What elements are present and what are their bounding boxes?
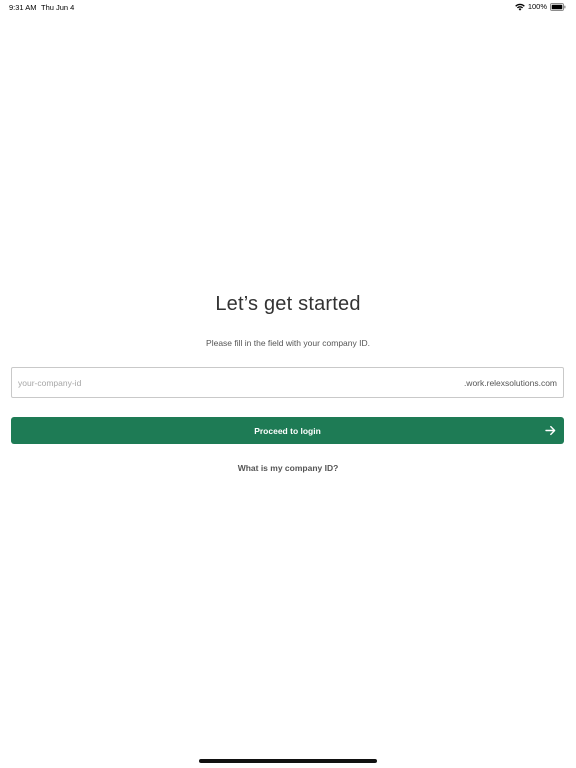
proceed-to-login-button[interactable]: Proceed to login — [11, 417, 564, 444]
domain-suffix: .work.relexsolutions.com — [463, 377, 557, 388]
battery-icon — [550, 2, 566, 11]
battery-percentage: 100% — [527, 2, 547, 11]
company-id-help-link[interactable]: What is my company ID? — [0, 463, 576, 473]
status-time: 9:31 AM — [9, 3, 37, 12]
company-id-field[interactable]: .work.relexsolutions.com — [11, 367, 564, 398]
home-indicator[interactable] — [199, 759, 377, 763]
status-date: Thu Jun 4 — [41, 3, 75, 12]
company-id-input[interactable] — [12, 368, 464, 397]
page-title: Let’s get started — [215, 293, 361, 315]
proceed-button-label: Proceed to login — [254, 425, 321, 436]
wifi-icon — [515, 3, 525, 11]
status-bar: 9:31 AM Thu Jun 4 100% — [0, 0, 576, 14]
arrow-right-icon — [545, 425, 556, 436]
page-subtitle: Please fill in the field with your compa… — [206, 338, 370, 348]
status-indicators: 100% — [515, 2, 566, 11]
